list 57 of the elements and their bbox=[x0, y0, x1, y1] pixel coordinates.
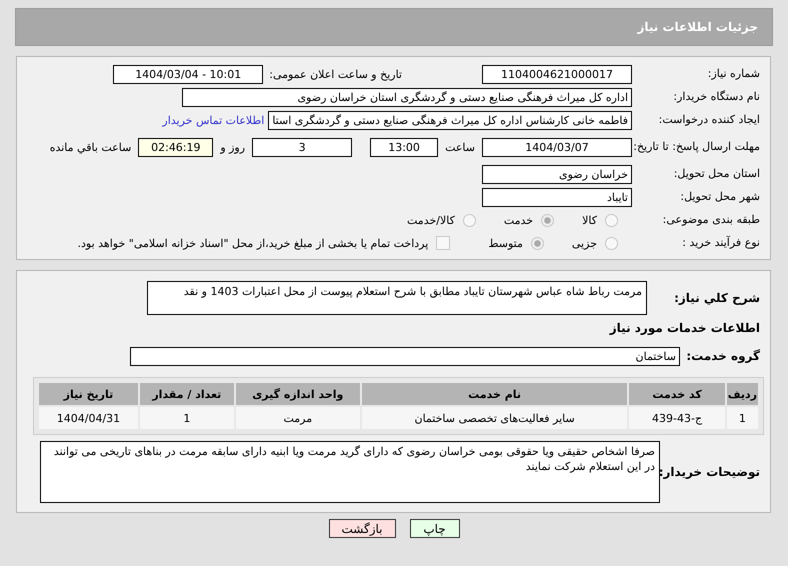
radio-label: خدمت bbox=[504, 214, 534, 226]
buyer-contact-link[interactable]: اطلاعات تماس خریدار bbox=[162, 114, 264, 126]
column-header: ردیف bbox=[726, 383, 758, 405]
creator-field: فاطمه خانی کارشناس اداره کل میراث فرهنگی صنایع دستی و گردشگری استا bbox=[268, 110, 632, 130]
field-label: مهلت ارسال پاسخ: تا تاریخ: bbox=[632, 140, 760, 154]
field-label: طبقه بندی موضوعی: bbox=[662, 212, 760, 228]
radio-button[interactable] bbox=[462, 214, 476, 226]
radio-label: کالا/خدمت bbox=[407, 214, 455, 226]
field-label: شماره نیاز: bbox=[706, 66, 760, 82]
radio-label: جزیی bbox=[572, 236, 597, 250]
days-field: 3 bbox=[252, 138, 352, 156]
description-textarea[interactable]: مرمت رباط شاه عباس شهرستان تایباد مطابق با شرح استعلام پیوست از محل اعتبارات 1403 و نقد bbox=[147, 281, 647, 315]
radio-button[interactable] bbox=[530, 236, 544, 250]
buyer-notes-textarea[interactable]: صرفا اشخاص حقیقی ویا حقوقی بومی خراسان رضوی که دارای گرید مرمت ویا ابنیه دارای سابقه مرمت در بناهای تاریخی می توانند در این استعلام شرکت نمایند bbox=[40, 441, 660, 503]
action-button[interactable]: چاپ bbox=[410, 519, 460, 538]
radio-button[interactable] bbox=[605, 236, 618, 250]
table-cell: سایر فعالیت‌های تخصصی ساختمان bbox=[362, 407, 628, 429]
remaining-label: ساعت باقي مانده bbox=[50, 140, 132, 154]
radio-label: متوسط bbox=[488, 236, 523, 250]
announce-date-field: 1404/03/04 - 10:01 bbox=[113, 64, 264, 84]
field-label: ایجاد کننده درخواست: bbox=[658, 112, 760, 128]
page-title: جزئیات اطلاعات نیاز bbox=[637, 20, 758, 34]
column-header: تاریخ نیاز bbox=[39, 383, 138, 405]
days-label: روز و bbox=[220, 140, 246, 154]
field-label: شهر محل تحویل: bbox=[679, 190, 760, 204]
field-label: توضیحات خریدار: bbox=[660, 465, 760, 479]
column-header: کد خدمت bbox=[629, 383, 725, 405]
table-cell: ج-43-439 bbox=[629, 407, 725, 429]
province-field: خراسان رضوی bbox=[482, 164, 632, 184]
time-label: ساعت bbox=[445, 140, 475, 154]
field-label: تاریخ و ساعت اعلان عمومی: bbox=[269, 68, 402, 80]
field-label: نوع فرآیند خرید : bbox=[681, 236, 760, 250]
checkbox-label: پرداخت تمام یا بخشی از مبلغ خرید،از محل "اسناد خزانه اسلامی" خواهد بود. bbox=[78, 236, 428, 250]
table-cell: 1404/04/31 bbox=[39, 407, 138, 429]
checkbox[interactable] bbox=[436, 236, 450, 250]
field-label: گروه خدمت: bbox=[685, 349, 760, 363]
radio-label: کالا bbox=[582, 214, 597, 226]
table-cell: 1 bbox=[140, 407, 234, 429]
column-header: تعداد / مقدار bbox=[140, 383, 234, 405]
remaining-time-field: 02:46:19 bbox=[138, 138, 214, 156]
field-label: استان محل تحویل: bbox=[672, 166, 760, 182]
radio-button[interactable] bbox=[541, 214, 554, 226]
field-label: نام دستگاه خریدار: bbox=[672, 90, 760, 104]
table-cell: 1 bbox=[726, 407, 758, 429]
radio-button[interactable] bbox=[605, 214, 618, 226]
section-heading: اطلاعات خدمات مورد نیاز bbox=[608, 321, 761, 335]
column-header: نام خدمت bbox=[362, 383, 628, 405]
column-header: واحد اندازه گیری bbox=[236, 383, 360, 405]
deadline-date-field: 1404/03/07 bbox=[482, 138, 632, 156]
field-label: شرح كلي نياز: bbox=[673, 291, 760, 305]
table-cell: مرمت bbox=[236, 407, 360, 429]
need-number-field: 1104004621000017 bbox=[482, 64, 632, 84]
city-field: تایباد bbox=[482, 188, 632, 206]
action-button[interactable]: بازگشت bbox=[328, 519, 396, 538]
deadline-time-field: 13:00 bbox=[370, 138, 438, 156]
buyer-org-field: اداره کل میراث فرهنگی صنایع دستی و گردشگری استان خراسان رضوی bbox=[182, 88, 632, 106]
service-group-field: ساختمان bbox=[130, 346, 680, 366]
